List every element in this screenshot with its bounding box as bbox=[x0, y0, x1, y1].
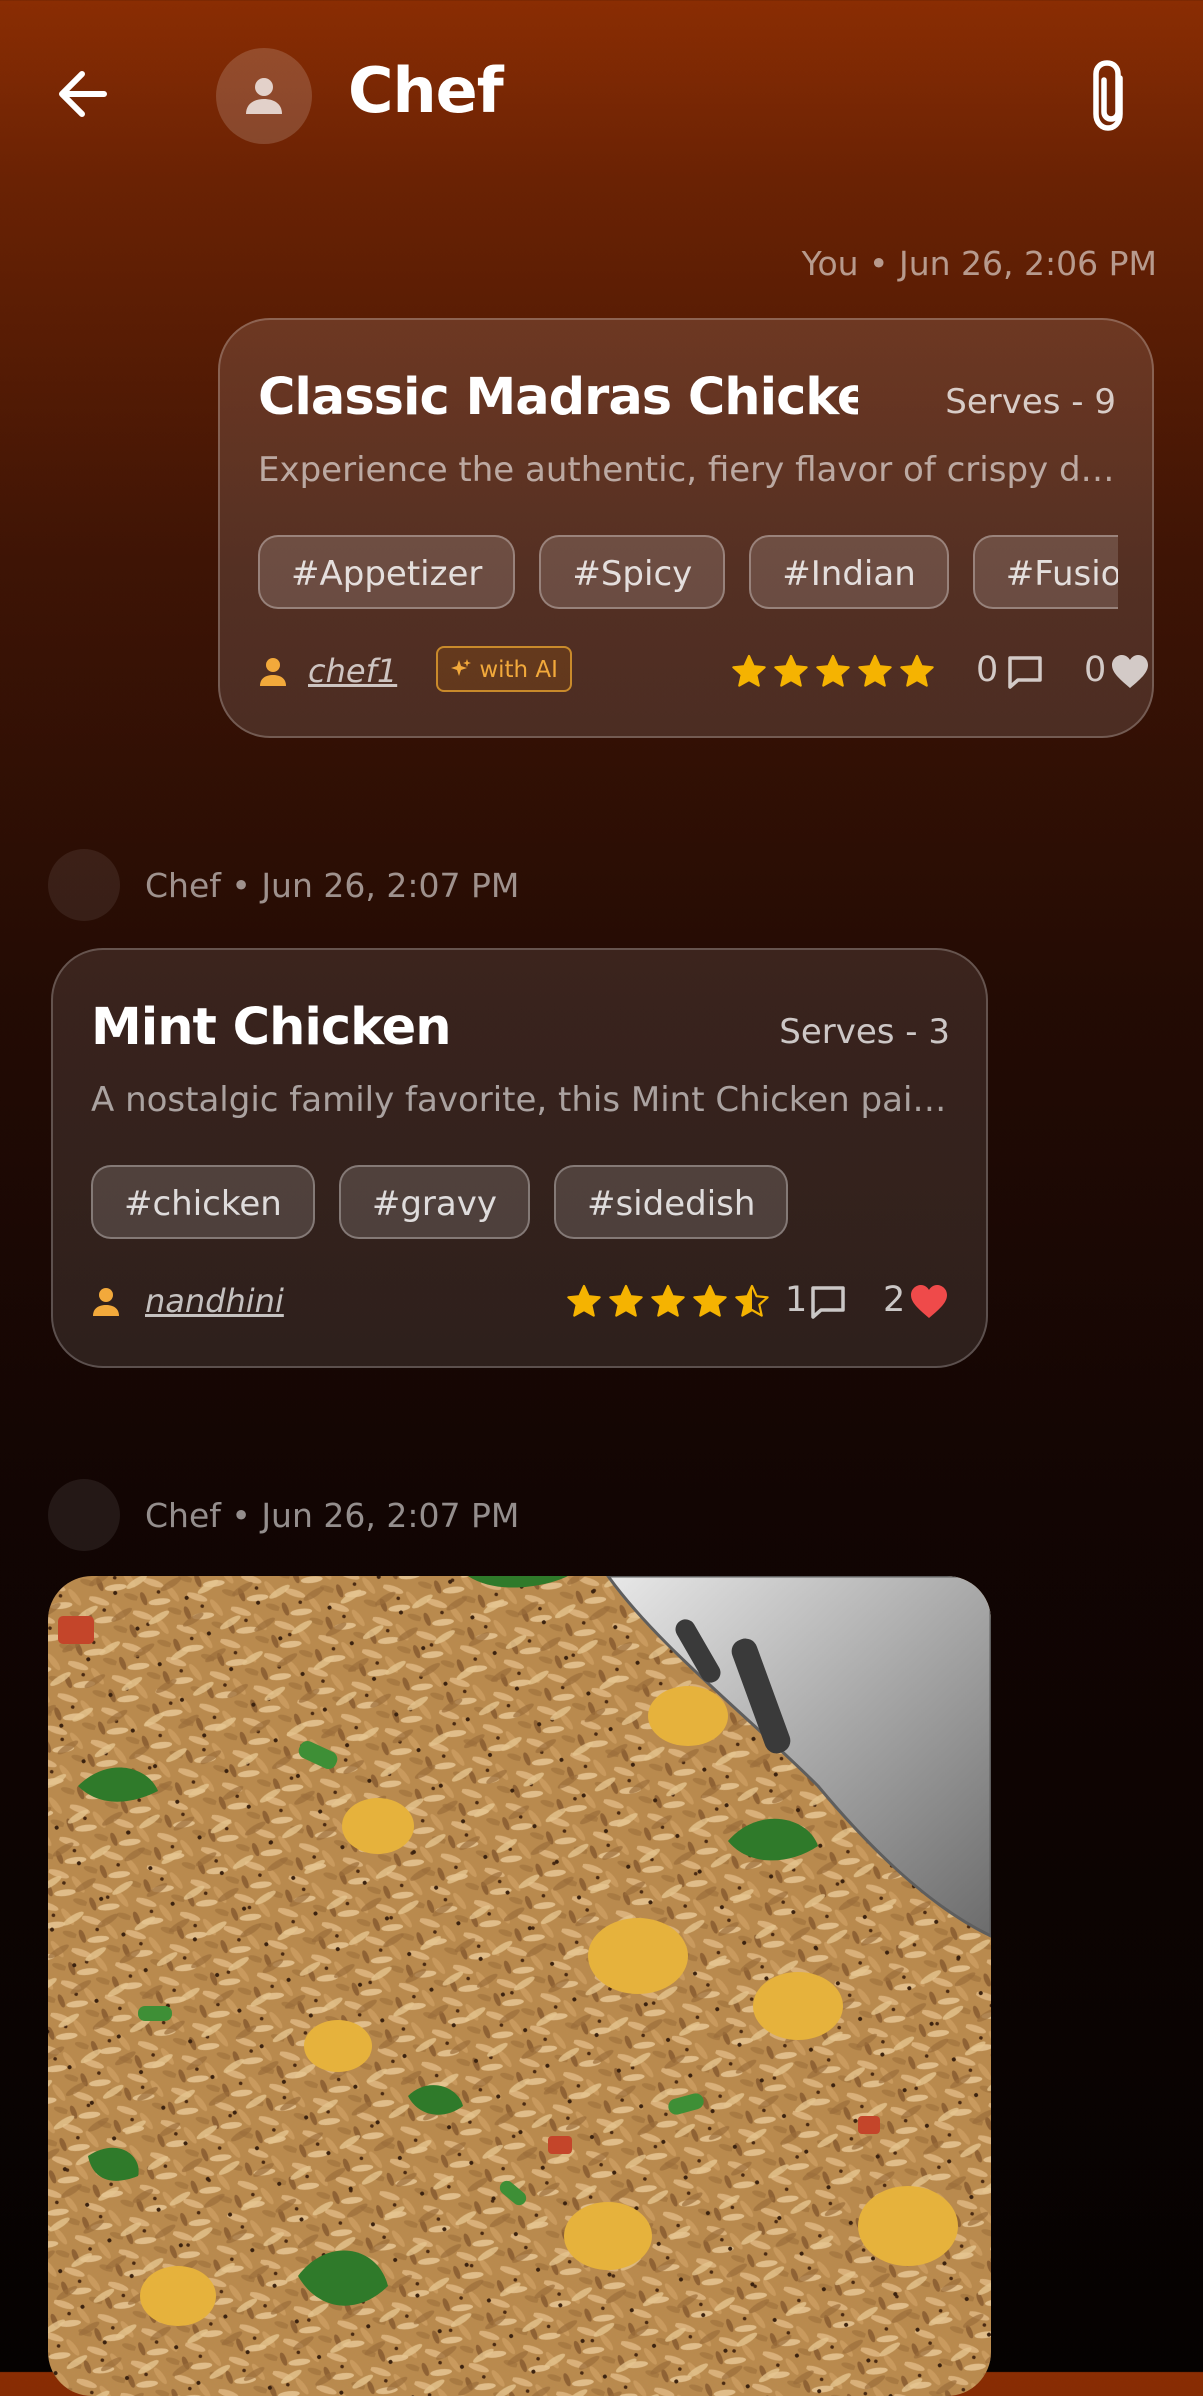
recipe-title: Classic Madras Chicken... bbox=[258, 368, 858, 427]
star-icon bbox=[651, 1284, 685, 1317]
recipe-card[interactable]: Classic Madras Chicken... Serves - 9 Exp… bbox=[218, 318, 1154, 738]
ai-badge-label: with AI bbox=[479, 657, 558, 683]
star-icon bbox=[735, 1284, 769, 1317]
sender-avatar bbox=[48, 849, 120, 921]
chat-avatar[interactable] bbox=[216, 48, 312, 144]
star-icon bbox=[858, 654, 892, 687]
recipe-serves: Serves - 9 bbox=[945, 382, 1116, 422]
recipe-footer: chef1 with AI 0 0 bbox=[258, 646, 1148, 700]
ai-badge: with AI bbox=[436, 646, 572, 692]
tag-chip[interactable]: #Fusion bbox=[972, 535, 1118, 609]
message-meta: Chef • Jun 26, 2:07 PM bbox=[145, 866, 520, 905]
message-meta: You • Jun 26, 2:06 PM bbox=[801, 244, 1157, 283]
tag-chip[interactable]: #chicken bbox=[91, 1165, 315, 1239]
star-icon bbox=[567, 1284, 601, 1317]
food-photo-illustration bbox=[48, 1576, 991, 2396]
top-bar: Chef bbox=[0, 0, 1203, 200]
recipe-description: Experience the authentic, fiery flavor o… bbox=[258, 450, 1118, 490]
person-icon bbox=[260, 658, 286, 686]
star-icon bbox=[732, 654, 766, 687]
comment-count: 1 bbox=[785, 1280, 808, 1320]
tag-chip[interactable]: #Spicy bbox=[539, 535, 726, 609]
arrow-left-icon bbox=[59, 71, 107, 117]
message-meta: Chef • Jun 26, 2:07 PM bbox=[145, 1496, 520, 1535]
sparkle-icon bbox=[451, 659, 471, 676]
sender-avatar bbox=[48, 1479, 120, 1551]
star-rating bbox=[732, 654, 942, 692]
recipe-description: A nostalgic family favorite, this Mint C… bbox=[91, 1080, 951, 1120]
star-icon bbox=[816, 654, 850, 687]
comment-icon[interactable] bbox=[809, 1284, 847, 1320]
page-title: Chef bbox=[348, 54, 504, 127]
tag-chip[interactable]: #sidedish bbox=[553, 1165, 789, 1239]
paperclip-icon bbox=[1093, 60, 1123, 131]
star-icon bbox=[900, 654, 934, 687]
comment-count: 0 bbox=[976, 650, 999, 690]
star-icon bbox=[774, 654, 808, 687]
author-link[interactable]: chef1 bbox=[308, 652, 397, 690]
tag-list: #chicken #gravy #sidedish bbox=[91, 1165, 951, 1245]
like-count: 0 bbox=[1084, 650, 1107, 690]
attach-button[interactable] bbox=[1080, 56, 1140, 136]
heart-icon[interactable] bbox=[909, 1284, 949, 1320]
star-icon bbox=[609, 1284, 643, 1317]
fried-rice-photo[interactable] bbox=[48, 1576, 991, 2396]
tag-chip[interactable]: #gravy bbox=[338, 1165, 530, 1239]
author-link[interactable]: nandhini bbox=[145, 1282, 284, 1320]
back-button[interactable] bbox=[52, 62, 116, 126]
heart-icon[interactable] bbox=[1110, 654, 1150, 690]
recipe-footer: nandhini 1 2 bbox=[91, 1280, 951, 1330]
person-icon bbox=[246, 78, 282, 114]
tag-chip[interactable]: #Indian bbox=[749, 535, 949, 609]
tag-chip[interactable]: #Appetizer bbox=[258, 535, 516, 609]
like-count: 2 bbox=[883, 1280, 906, 1320]
star-icon bbox=[693, 1284, 727, 1317]
tag-list: #Appetizer #Spicy #Indian #Fusion bbox=[258, 535, 1118, 615]
star-rating bbox=[567, 1284, 777, 1322]
recipe-card[interactable]: Mint Chicken Serves - 3 A nostalgic fami… bbox=[51, 948, 988, 1368]
recipe-title: Mint Chicken bbox=[91, 998, 452, 1057]
recipe-serves: Serves - 3 bbox=[779, 1012, 950, 1052]
comment-icon[interactable] bbox=[1006, 654, 1044, 690]
person-icon bbox=[93, 1288, 119, 1316]
